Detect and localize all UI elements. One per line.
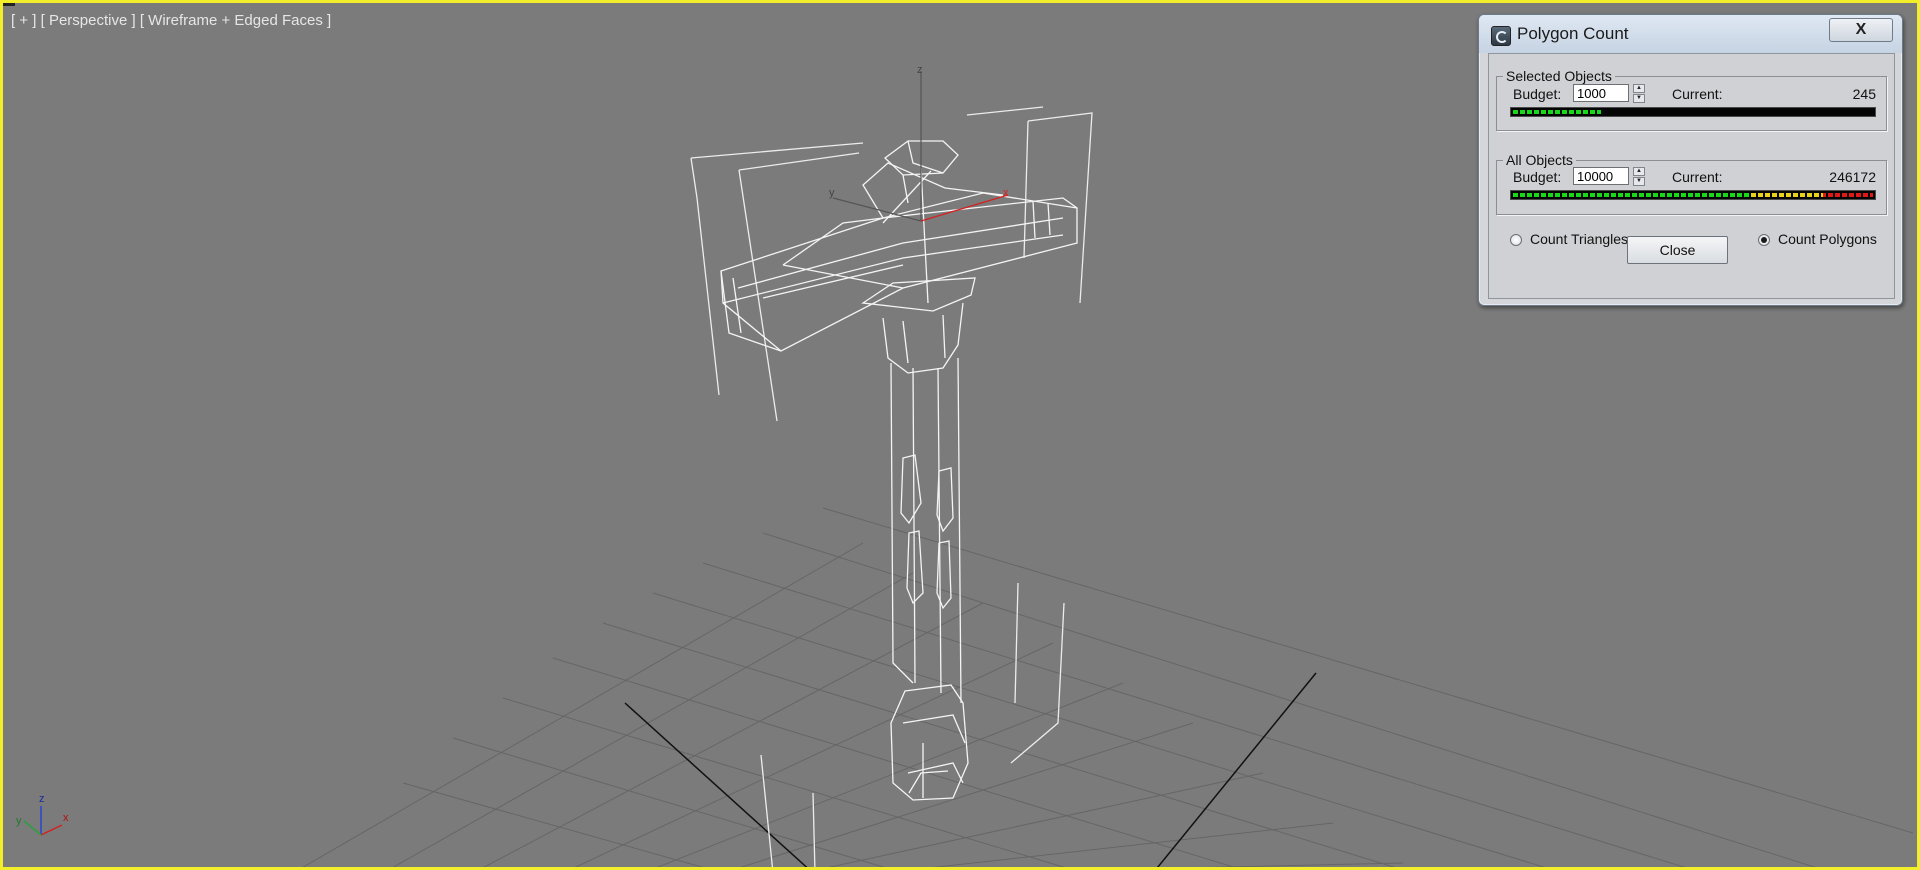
- all-budget-input[interactable]: 10000: [1573, 167, 1629, 185]
- count-polygons-option[interactable]: Count Polygons: [1758, 231, 1877, 247]
- all-budget-spinner: 10000 ▲ ▼: [1573, 167, 1645, 187]
- all-budget-bar: [1510, 190, 1876, 200]
- all-current-label: Current:: [1672, 169, 1723, 185]
- selected-current-label: Current:: [1672, 86, 1723, 102]
- count-triangles-option[interactable]: Count Triangles: [1510, 231, 1628, 247]
- all-budget-label: Budget:: [1513, 169, 1562, 185]
- all-budget-bar-fill: [1513, 193, 1873, 197]
- transform-gizmo: [832, 71, 1009, 222]
- close-icon[interactable]: X: [1829, 18, 1893, 42]
- tripod-y-label: y: [16, 815, 22, 827]
- app-icon: [1491, 26, 1511, 46]
- all-budget-up-button[interactable]: ▲: [1633, 167, 1645, 176]
- count-triangles-label: Count Triangles: [1530, 231, 1629, 247]
- ground-grid: [302, 507, 1914, 867]
- tripod-x-label: x: [63, 812, 69, 824]
- selected-budget-input[interactable]: 1000: [1573, 84, 1629, 102]
- selected-budget-up-button[interactable]: ▲: [1633, 84, 1645, 93]
- polygon-count-dialog: Polygon Count X Selected Objects Budget:…: [1478, 14, 1903, 306]
- selected-budget-bar: [1510, 107, 1876, 117]
- axis-tripod: [23, 806, 63, 836]
- selected-objects-legend: Selected Objects: [1506, 68, 1612, 84]
- close-button[interactable]: Close: [1627, 236, 1728, 264]
- ground-axes: [624, 672, 1317, 867]
- dialog-title: Polygon Count: [1517, 24, 1629, 43]
- all-budget-down-button[interactable]: ▼: [1633, 177, 1645, 186]
- hammer-model: [720, 140, 1078, 801]
- count-polygons-label: Count Polygons: [1778, 231, 1877, 247]
- selected-budget-bar-fill: [1513, 110, 1601, 114]
- selected-budget-down-button[interactable]: ▼: [1633, 94, 1645, 103]
- gizmo-y-label: y: [829, 187, 835, 199]
- selected-budget-label: Budget:: [1513, 86, 1562, 102]
- all-objects-legend: All Objects: [1506, 152, 1573, 168]
- selected-budget-spinner: 1000 ▲ ▼: [1573, 84, 1645, 104]
- selected-current-value: 245: [1852, 86, 1876, 102]
- count-triangles-radio[interactable]: [1510, 234, 1522, 246]
- count-polygons-radio[interactable]: [1758, 234, 1770, 246]
- tripod-z-label: z: [39, 793, 45, 805]
- dialog-titlebar[interactable]: Polygon Count X: [1479, 15, 1902, 53]
- gizmo-x-label: x: [1003, 187, 1009, 199]
- all-current-value: 246172: [1829, 169, 1876, 185]
- gizmo-z-label: z: [917, 64, 923, 76]
